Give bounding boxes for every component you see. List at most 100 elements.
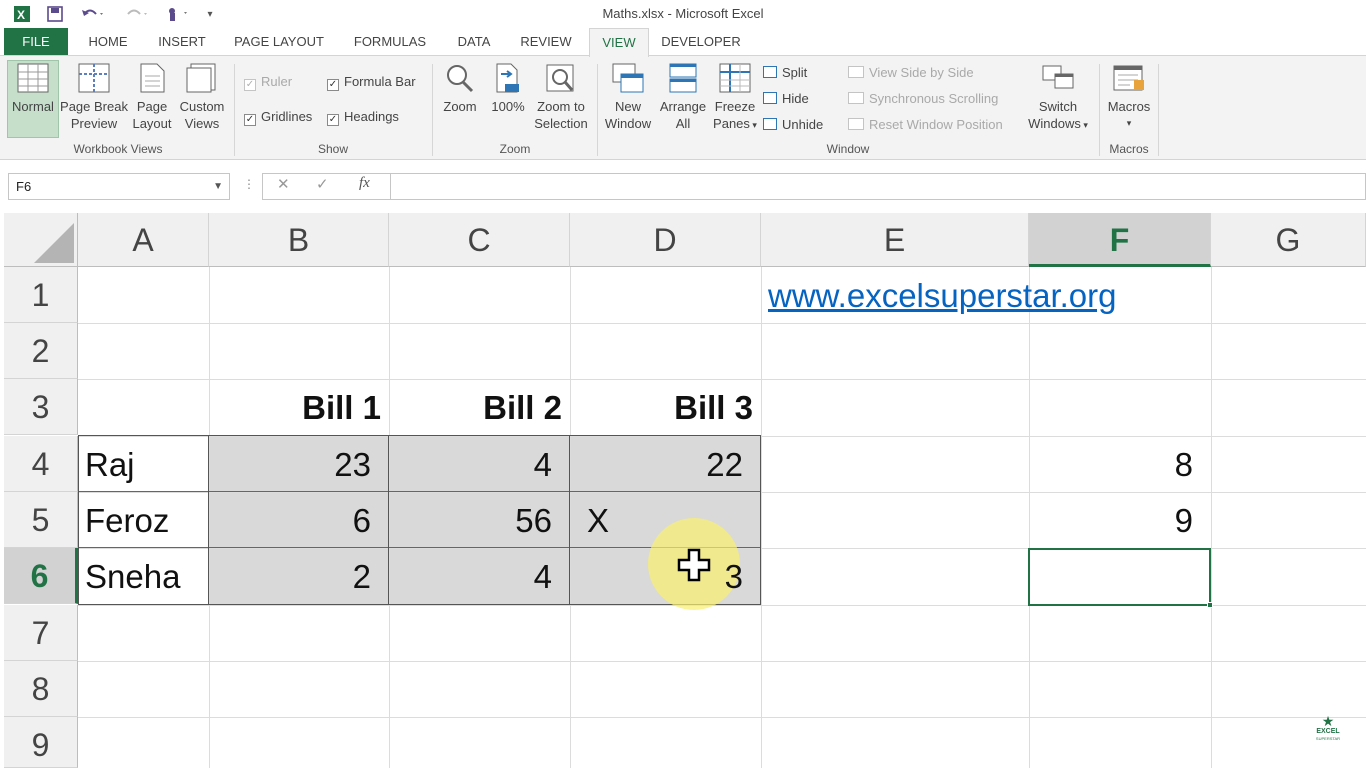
new-window-button[interactable]: New Window xyxy=(602,62,654,132)
cancel-icon[interactable]: ✕ xyxy=(277,175,290,193)
tab-file[interactable]: FILE xyxy=(4,28,68,56)
arrange-all-label-1: Arrange xyxy=(659,99,707,114)
column-header-f[interactable]: F xyxy=(1029,213,1211,267)
ribbon-separator xyxy=(1099,64,1100,156)
hyperlink-cell-e1[interactable]: www.excelsuperstar.org xyxy=(761,267,1221,323)
chevron-down-icon[interactable]: ▼ xyxy=(213,174,223,199)
switch-windows-button[interactable]: Switch Windows ▾ xyxy=(1024,62,1092,134)
switch-windows-label-2: Windows ▾ xyxy=(1024,115,1092,134)
title-bar: X ▾ Maths.xlsx - Microsoft Excel xyxy=(0,0,1366,28)
select-all-button[interactable] xyxy=(4,213,78,267)
normal-view-button[interactable]: Normal xyxy=(7,62,59,115)
page-layout-view-button[interactable]: Page Layout xyxy=(130,62,174,132)
row-header-3[interactable]: 3 xyxy=(4,379,78,435)
name-box[interactable]: F6 ▼ xyxy=(8,173,230,200)
freeze-panes-label-text: Panes xyxy=(713,116,750,131)
row-header-6[interactable]: 6 xyxy=(4,548,78,604)
row-header-7[interactable]: 7 xyxy=(4,605,78,661)
normal-view-icon xyxy=(17,63,49,93)
page-break-label-2: Preview xyxy=(70,116,118,131)
column-header-a[interactable]: A xyxy=(78,213,209,267)
checkbox-check-icon: ✓ xyxy=(244,114,256,126)
row-header-9[interactable]: 9 xyxy=(4,717,78,768)
tab-developer[interactable]: DEVELOPER xyxy=(656,28,746,56)
cell-b6[interactable]: 2 xyxy=(209,548,389,604)
tab-insert[interactable]: INSERT xyxy=(148,28,216,56)
hide-button[interactable]: Hide xyxy=(763,90,809,107)
macros-icon xyxy=(1113,65,1144,91)
cell-c3[interactable]: Bill 2 xyxy=(389,379,570,435)
ribbon-separator xyxy=(432,64,433,156)
cell-c5[interactable]: 56 xyxy=(389,492,570,548)
tab-home[interactable]: HOME xyxy=(76,28,140,56)
sync-scrolling-button[interactable]: Synchronous Scrolling xyxy=(848,90,998,107)
reset-position-button[interactable]: Reset Window Position xyxy=(848,116,1003,133)
active-cell-f6[interactable] xyxy=(1028,548,1211,606)
zoom-button[interactable]: Zoom xyxy=(438,62,482,115)
cell-b4[interactable]: 23 xyxy=(209,436,389,492)
tab-data[interactable]: DATA xyxy=(446,28,502,56)
cell-f4[interactable]: 8 xyxy=(1029,436,1211,492)
ribbon-separator xyxy=(1158,64,1159,156)
headings-checkbox[interactable]: ✓ Headings xyxy=(327,108,399,126)
formula-bar-checkbox[interactable]: ✓ Formula Bar xyxy=(327,73,416,91)
freeze-panes-label-2: Panes ▾ xyxy=(710,115,760,134)
unhide-icon xyxy=(763,118,777,130)
cell-d4[interactable]: 22 xyxy=(570,436,761,492)
row-header-4[interactable]: 4 xyxy=(4,436,78,492)
view-side-by-side-button[interactable]: View Side by Side xyxy=(848,64,974,81)
split-icon xyxy=(763,66,777,78)
insert-function-icon[interactable]: fx xyxy=(359,175,370,192)
zoom-100-button[interactable]: 100% xyxy=(488,62,528,115)
tab-review[interactable]: REVIEW xyxy=(510,28,582,56)
new-window-label-1: New xyxy=(614,99,641,114)
row-header-5[interactable]: 5 xyxy=(4,492,78,548)
cell-f5[interactable]: 9 xyxy=(1029,492,1211,548)
zoom-selection-icon xyxy=(546,64,574,92)
formula-bar-label: Formula Bar xyxy=(344,74,416,89)
cell-b5[interactable]: 6 xyxy=(209,492,389,548)
zoom-100-icon xyxy=(496,63,519,93)
column-header-g[interactable]: G xyxy=(1211,213,1366,267)
enter-icon[interactable]: ✓ xyxy=(316,175,329,193)
ruler-checkbox[interactable]: ✓ Ruler xyxy=(244,73,292,91)
unhide-button[interactable]: Unhide xyxy=(763,116,823,133)
row-header-8[interactable]: 8 xyxy=(4,661,78,717)
cell-c4[interactable]: 4 xyxy=(389,436,570,492)
column-header-c[interactable]: C xyxy=(389,213,570,267)
macros-label: Macros xyxy=(1107,99,1151,114)
cell-d3[interactable]: Bill 3 xyxy=(570,379,761,435)
custom-views-button[interactable]: Custom Views xyxy=(176,62,228,132)
cell-a5[interactable]: Feroz xyxy=(78,492,209,548)
arrange-all-label-2: All xyxy=(675,116,691,131)
formula-input[interactable] xyxy=(390,173,1366,200)
tab-page-layout[interactable]: PAGE LAYOUT xyxy=(224,28,334,56)
tab-view[interactable]: VIEW xyxy=(589,28,649,57)
ruler-label: Ruler xyxy=(261,74,293,89)
tab-formulas[interactable]: FORMULAS xyxy=(342,28,438,56)
column-header-d[interactable]: D xyxy=(570,213,761,267)
cell-c6[interactable]: 4 xyxy=(389,548,570,604)
column-header-e[interactable]: E xyxy=(761,213,1029,267)
column-header-b[interactable]: B xyxy=(209,213,389,267)
row-header-1[interactable]: 1 xyxy=(4,267,78,323)
cell-a6[interactable]: Sneha xyxy=(78,548,209,604)
gridlines-checkbox[interactable]: ✓ Gridlines xyxy=(244,108,312,126)
page-break-preview-button[interactable]: Page Break Preview xyxy=(60,62,128,132)
zoom-selection-label-1: Zoom to xyxy=(537,99,585,114)
cell-a4[interactable]: Raj xyxy=(78,436,209,492)
cell-d6[interactable]: 3 xyxy=(570,548,761,604)
arrange-all-button[interactable]: Arrange All xyxy=(656,62,710,132)
star-icon: ★ xyxy=(1321,713,1335,729)
macros-button[interactable]: Macros ▾ xyxy=(1104,62,1154,132)
split-button[interactable]: Split xyxy=(763,64,807,81)
row-header-2[interactable]: 2 xyxy=(4,323,78,379)
cell-b3[interactable]: Bill 1 xyxy=(209,379,389,435)
hide-icon xyxy=(763,92,777,104)
fill-handle[interactable] xyxy=(1207,602,1213,608)
custom-views-label-1: Custom xyxy=(179,99,225,114)
freeze-panes-button[interactable]: Freeze Panes ▾ xyxy=(710,62,760,134)
custom-views-icon xyxy=(186,63,216,93)
zoom-to-selection-button[interactable]: Zoom to Selection xyxy=(530,62,592,132)
zoom-100-label: 100% xyxy=(491,99,525,114)
